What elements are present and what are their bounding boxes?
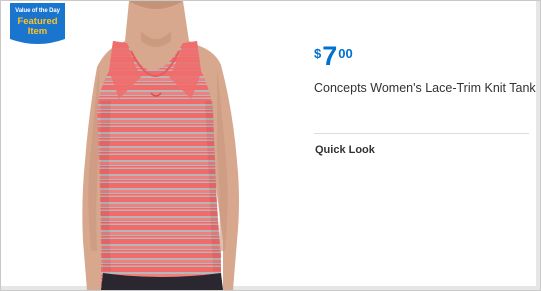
badge-item-label: Item: [27, 26, 48, 37]
product-title[interactable]: Concepts Women's Lace-Trim Knit Tank: [314, 81, 536, 95]
product-price: $ 7 00: [314, 41, 529, 73]
badge-featured-item: Featured Item: [10, 17, 65, 37]
product-image[interactable]: Value of the Day Featured Item: [1, 1, 291, 290]
price-cents: 00: [338, 46, 353, 61]
quick-look-button[interactable]: Quick Look: [315, 144, 375, 156]
badge-value-of-the-day: Value of the Day: [15, 8, 60, 14]
details-divider: [314, 133, 529, 134]
product-card: Value of the Day Featured Item $ 7 00 Co…: [0, 0, 541, 291]
product-details: $ 7 00 Concepts Women's Lace-Trim Knit T…: [314, 41, 536, 95]
price-dollars: 7: [322, 41, 338, 71]
featured-item-badge: Value of the Day Featured Item: [10, 3, 65, 47]
price-currency: $: [314, 46, 322, 61]
